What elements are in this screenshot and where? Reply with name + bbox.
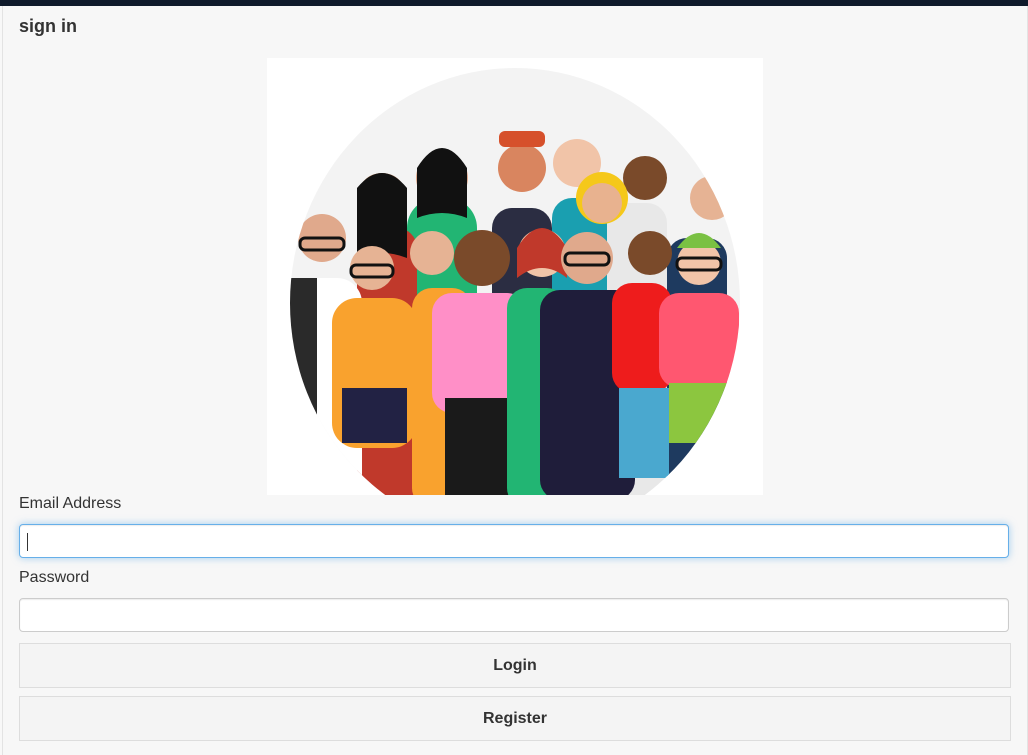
password-field[interactable]	[19, 598, 1009, 632]
text-cursor	[27, 533, 28, 551]
people-crowd-illustration	[267, 58, 763, 495]
password-label: Password	[19, 569, 90, 586]
email-label: Email Address	[19, 495, 122, 512]
login-button[interactable]: Login	[19, 643, 1011, 688]
register-button[interactable]: Register	[19, 696, 1011, 741]
email-field[interactable]	[19, 524, 1009, 558]
page-title: sign in	[19, 16, 77, 36]
